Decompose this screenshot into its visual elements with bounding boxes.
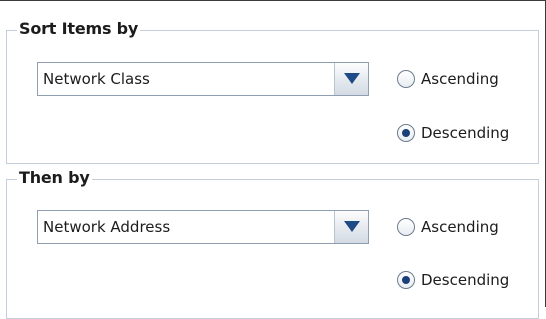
sort-field-value: Network Class bbox=[43, 70, 150, 88]
then-ascending-label: Ascending bbox=[421, 218, 499, 236]
then-field-value: Network Address bbox=[43, 218, 171, 236]
radio-selected-dot bbox=[402, 129, 410, 137]
then-descending-label: Descending bbox=[421, 271, 510, 289]
sort-field-dropdown[interactable]: Network Class bbox=[37, 62, 369, 96]
then-by-title: Then by bbox=[17, 166, 92, 190]
sort-items-by-group: Sort Items by Network Class Ascending De… bbox=[6, 17, 539, 164]
then-descending-radio-circle[interactable] bbox=[397, 271, 415, 289]
chevron-down-icon bbox=[344, 73, 360, 84]
sort-descending-radio-circle[interactable] bbox=[397, 124, 415, 142]
then-ascending-radio-circle[interactable] bbox=[397, 218, 415, 236]
sort-field-dropdown-button[interactable] bbox=[334, 63, 368, 95]
sort-descending-label: Descending bbox=[421, 124, 510, 142]
radio-selected-dot bbox=[402, 276, 410, 284]
then-field-dropdown-button[interactable] bbox=[334, 211, 368, 243]
then-by-group: Then by Network Address Ascending Descen… bbox=[6, 166, 539, 319]
window-top-border bbox=[0, 0, 546, 1]
sort-ascending-label: Ascending bbox=[421, 70, 499, 88]
sort-ascending-radio-circle[interactable] bbox=[397, 70, 415, 88]
chevron-down-icon bbox=[344, 221, 360, 232]
sort-items-by-title: Sort Items by bbox=[17, 17, 141, 41]
then-field-dropdown[interactable]: Network Address bbox=[37, 210, 369, 244]
